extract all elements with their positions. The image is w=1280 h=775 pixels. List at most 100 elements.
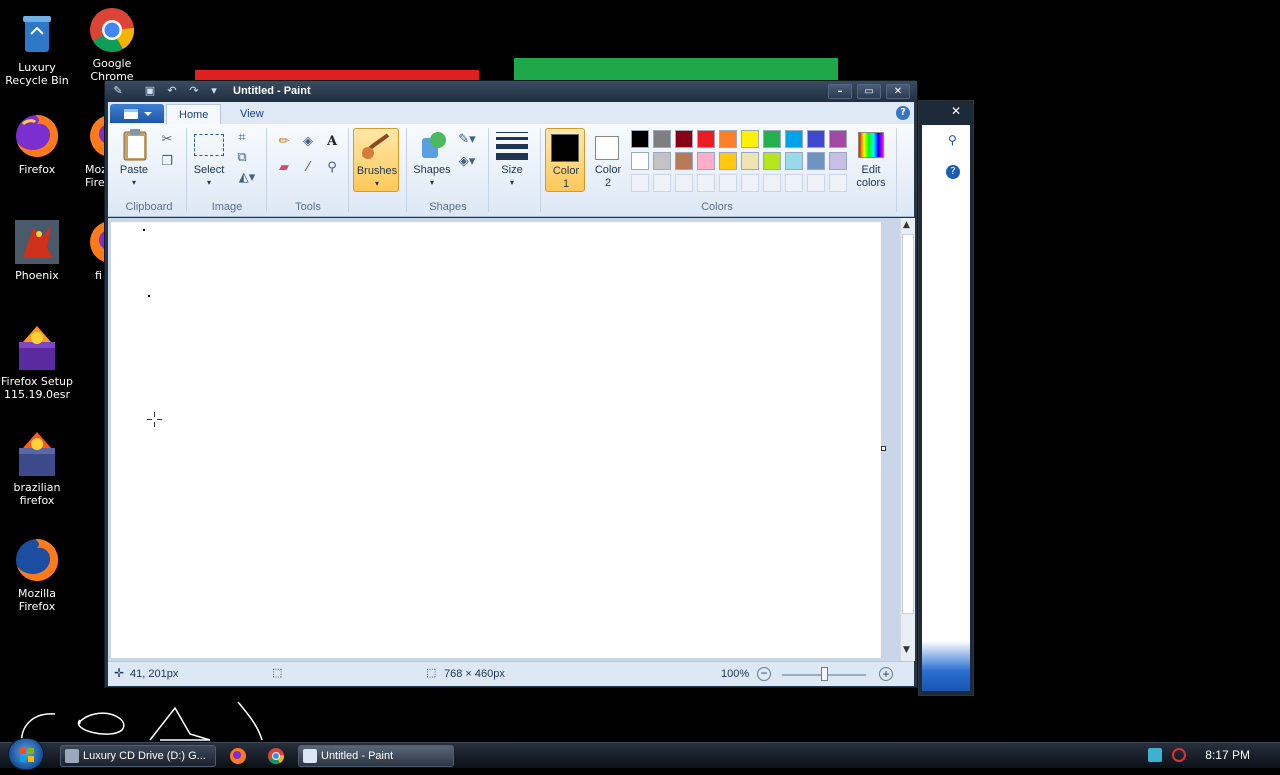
desktop-icon-fi-partial[interactable]: fi bbox=[75, 218, 105, 282]
palette-swatch[interactable] bbox=[631, 130, 649, 148]
desktop-icon-recycle-bin[interactable]: Luxury Recycle Bin bbox=[0, 10, 74, 87]
fill-bucket-icon[interactable]: ◈ bbox=[298, 132, 318, 152]
fill-icon[interactable]: ◈▾ bbox=[454, 152, 480, 172]
palette-swatch[interactable] bbox=[675, 130, 693, 148]
palette-swatch[interactable] bbox=[697, 130, 715, 148]
scroll-up-icon[interactable]: ▲ bbox=[903, 220, 910, 230]
background-window[interactable]: ✕ ⚲ ? bbox=[918, 100, 974, 696]
desktop-icon-firefox-setup[interactable]: Firefox Setup 115.19.0esr bbox=[0, 324, 74, 401]
title-bar[interactable]: ✎ ▣ ↶ ↷ ▾ Untitled - Paint – ▭ ✕ bbox=[105, 81, 917, 102]
palette-swatch-empty[interactable] bbox=[653, 174, 671, 192]
palette-swatch[interactable] bbox=[807, 152, 825, 170]
paint-window[interactable]: ✎ ▣ ↶ ↷ ▾ Untitled - Paint – ▭ ✕ Home Vi… bbox=[104, 80, 918, 688]
scroll-down-icon[interactable]: ▼ bbox=[903, 645, 910, 655]
ribbon-separator bbox=[186, 128, 187, 212]
paste-button[interactable]: Paste ▾ bbox=[116, 128, 152, 188]
color-1-button[interactable]: Color 1 bbox=[545, 128, 585, 192]
brushes-button[interactable]: Brushes ▾ bbox=[353, 128, 399, 192]
eraser-icon[interactable]: ▰ bbox=[274, 158, 294, 178]
palette-swatch[interactable] bbox=[675, 152, 693, 170]
palette-swatch[interactable] bbox=[741, 152, 759, 170]
desktop-icon-brazilian-firefox[interactable]: brazilian firefox bbox=[0, 430, 74, 507]
zoom-out-button[interactable]: − bbox=[757, 667, 771, 681]
color-picker-icon[interactable]: ⁄ bbox=[298, 158, 318, 178]
paint-menu-button[interactable] bbox=[110, 104, 164, 123]
outline-icon[interactable]: ✎▾ bbox=[454, 130, 480, 150]
palette-swatch[interactable] bbox=[807, 130, 825, 148]
shapes-button[interactable]: Shapes ▾ bbox=[410, 128, 454, 192]
pencil-icon[interactable]: ✏ bbox=[274, 132, 294, 152]
palette-swatch[interactable] bbox=[785, 152, 803, 170]
palette-swatch[interactable] bbox=[763, 152, 781, 170]
desktop-icon-mozilla-firefox-partial[interactable]: Mozilla Firefox bbox=[75, 112, 105, 189]
taskbar-item-cd-drive[interactable]: Luxury CD Drive (D:) G... bbox=[60, 745, 216, 767]
palette-swatch-empty[interactable] bbox=[697, 174, 715, 192]
customize-toolbar-icon[interactable]: ▾ bbox=[207, 84, 221, 98]
desktop-icon-phoenix[interactable]: Phoenix bbox=[0, 218, 74, 282]
close-button[interactable]: ✕ bbox=[941, 104, 971, 120]
palette-swatch[interactable] bbox=[829, 130, 847, 148]
network-icon[interactable] bbox=[1148, 748, 1162, 762]
scroll-thumb[interactable] bbox=[902, 234, 914, 614]
redo-icon[interactable]: ↷ bbox=[187, 84, 201, 98]
start-button[interactable] bbox=[8, 738, 44, 770]
palette-swatch[interactable] bbox=[653, 130, 671, 148]
brush-icon bbox=[362, 133, 390, 159]
palette-swatch-empty[interactable] bbox=[807, 174, 825, 192]
palette-swatch[interactable] bbox=[719, 130, 737, 148]
select-button[interactable]: Select ▾ bbox=[192, 128, 226, 188]
resize-icon[interactable]: ⧉ bbox=[232, 148, 252, 168]
size-button[interactable]: Size ▾ bbox=[494, 128, 530, 192]
canvas-resize-handle[interactable] bbox=[881, 446, 886, 451]
save-icon[interactable]: ▣ bbox=[143, 84, 157, 98]
close-button[interactable]: ✕ bbox=[886, 84, 910, 99]
palette-swatch-empty[interactable] bbox=[763, 174, 781, 192]
vertical-scrollbar[interactable]: ▲ ▼ bbox=[900, 218, 915, 661]
cursor-position: 41, 201px bbox=[130, 668, 179, 680]
tab-home[interactable]: Home bbox=[166, 104, 222, 124]
help-icon[interactable]: ? bbox=[896, 106, 910, 120]
palette-swatch[interactable] bbox=[785, 130, 803, 148]
magnifier-icon[interactable]: ⚲ bbox=[322, 158, 342, 178]
color-1-swatch bbox=[551, 134, 579, 162]
cut-icon[interactable]: ✂ bbox=[157, 130, 177, 150]
color-2-button[interactable]: Color 2 bbox=[589, 128, 627, 192]
taskbar-firefox-button[interactable] bbox=[226, 746, 250, 766]
color-palette bbox=[631, 128, 855, 194]
palette-swatch-empty[interactable] bbox=[631, 174, 649, 192]
maximize-button[interactable]: ▭ bbox=[857, 84, 881, 99]
copy-icon[interactable]: ❐ bbox=[157, 152, 177, 172]
palette-swatch[interactable] bbox=[719, 152, 737, 170]
palette-swatch[interactable] bbox=[653, 152, 671, 170]
palette-swatch-empty[interactable] bbox=[719, 174, 737, 192]
palette-swatch[interactable] bbox=[697, 152, 715, 170]
canvas-dot bbox=[148, 295, 150, 297]
chevron-down-icon: ▾ bbox=[131, 178, 136, 187]
rotate-icon[interactable]: ◭▾ bbox=[234, 168, 260, 188]
taskbar-chrome-button[interactable] bbox=[264, 746, 288, 766]
taskbar-item-label: Luxury CD Drive (D:) G... bbox=[83, 750, 206, 762]
crop-icon[interactable]: ⌗ bbox=[232, 128, 252, 148]
palette-swatch[interactable] bbox=[829, 152, 847, 170]
edit-colors-button[interactable]: Edit colors bbox=[852, 128, 890, 192]
palette-swatch-empty[interactable] bbox=[741, 174, 759, 192]
taskbar-item-paint[interactable]: Untitled - Paint bbox=[298, 745, 454, 767]
drawing-canvas[interactable] bbox=[111, 222, 881, 658]
zoom-in-button[interactable]: + bbox=[879, 667, 893, 681]
palette-swatch-empty[interactable] bbox=[829, 174, 847, 192]
palette-swatch-empty[interactable] bbox=[785, 174, 803, 192]
desktop-icon-mozilla-firefox[interactable]: Mozilla Firefox bbox=[0, 536, 74, 613]
zoom-slider-thumb[interactable] bbox=[821, 667, 828, 681]
desktop-icon-firefox[interactable]: Firefox bbox=[0, 112, 74, 176]
palette-swatch[interactable] bbox=[741, 130, 759, 148]
undo-icon[interactable]: ↶ bbox=[165, 84, 179, 98]
minimize-button[interactable]: – bbox=[828, 84, 852, 99]
text-tool-icon[interactable]: A bbox=[322, 132, 342, 152]
palette-swatch[interactable] bbox=[631, 152, 649, 170]
size-lines-icon bbox=[496, 132, 528, 160]
volume-icon[interactable] bbox=[1172, 748, 1186, 762]
tab-view[interactable]: View bbox=[228, 104, 276, 124]
palette-swatch[interactable] bbox=[763, 130, 781, 148]
desktop-icon-google-chrome[interactable]: Google Chrome bbox=[75, 6, 149, 83]
palette-swatch-empty[interactable] bbox=[675, 174, 693, 192]
